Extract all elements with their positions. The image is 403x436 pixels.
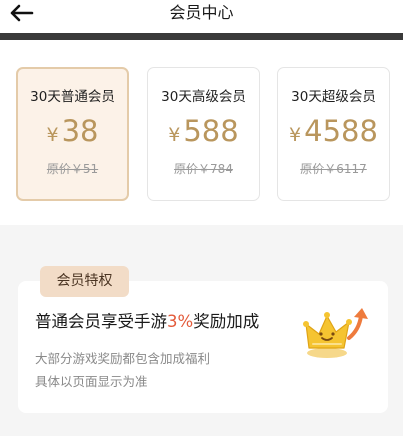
benefit-title-prefix: 普通会员享受手游 bbox=[35, 312, 167, 331]
plan-name: 30天普通会员 bbox=[30, 89, 115, 105]
price-value: 588 bbox=[183, 114, 239, 148]
plan-price: ¥4588 bbox=[278, 114, 389, 153]
benefit-title-highlight: 3% bbox=[167, 312, 194, 331]
benefit-description-line1: 大部分游戏奖励都包含加成福利 bbox=[35, 351, 211, 366]
price-value: 38 bbox=[61, 114, 99, 148]
benefit-tag: 会员特权 bbox=[40, 266, 129, 297]
plan-price: ¥588 bbox=[148, 114, 259, 153]
currency-symbol: ¥ bbox=[46, 124, 59, 146]
plan-list: 30天普通会员 ¥38 原价￥51 30天高级会员 ¥588 原价￥784 30… bbox=[0, 40, 403, 225]
price-value: 4588 bbox=[304, 114, 378, 148]
header-bar: 会员中心 bbox=[0, 0, 403, 34]
plan-card-super[interactable]: 30天超级会员 ¥4588 原价￥6117 bbox=[277, 67, 390, 201]
plan-price: ¥38 bbox=[18, 114, 127, 153]
crown-upgrade-icon bbox=[303, 308, 368, 358]
currency-symbol: ¥ bbox=[168, 124, 181, 146]
plan-card-advanced[interactable]: 30天高级会员 ¥588 原价￥784 bbox=[147, 67, 260, 201]
benefit-title: 普通会员享受手游3%奖励加成 bbox=[35, 311, 259, 333]
plan-original-price: 原价￥51 bbox=[46, 162, 99, 176]
benefit-title-suffix: 奖励加成 bbox=[193, 312, 260, 331]
plan-name: 30天超级会员 bbox=[291, 89, 376, 105]
header-divider bbox=[0, 33, 403, 40]
benefit-description-line2: 具体以页面显示为准 bbox=[35, 374, 148, 389]
plan-original-price: 原价￥6117 bbox=[300, 162, 367, 176]
plan-original-price: 原价￥784 bbox=[174, 162, 233, 176]
page-title: 会员中心 bbox=[169, 3, 234, 22]
benefit-card: 会员特权 普通会员享受手游3%奖励加成 大部分游戏奖励都包含加成福利 具体以页面… bbox=[18, 266, 388, 413]
plan-card-basic[interactable]: 30天普通会员 ¥38 原价￥51 bbox=[16, 67, 129, 201]
plan-name: 30天高级会员 bbox=[161, 89, 246, 105]
currency-symbol: ¥ bbox=[289, 124, 302, 146]
